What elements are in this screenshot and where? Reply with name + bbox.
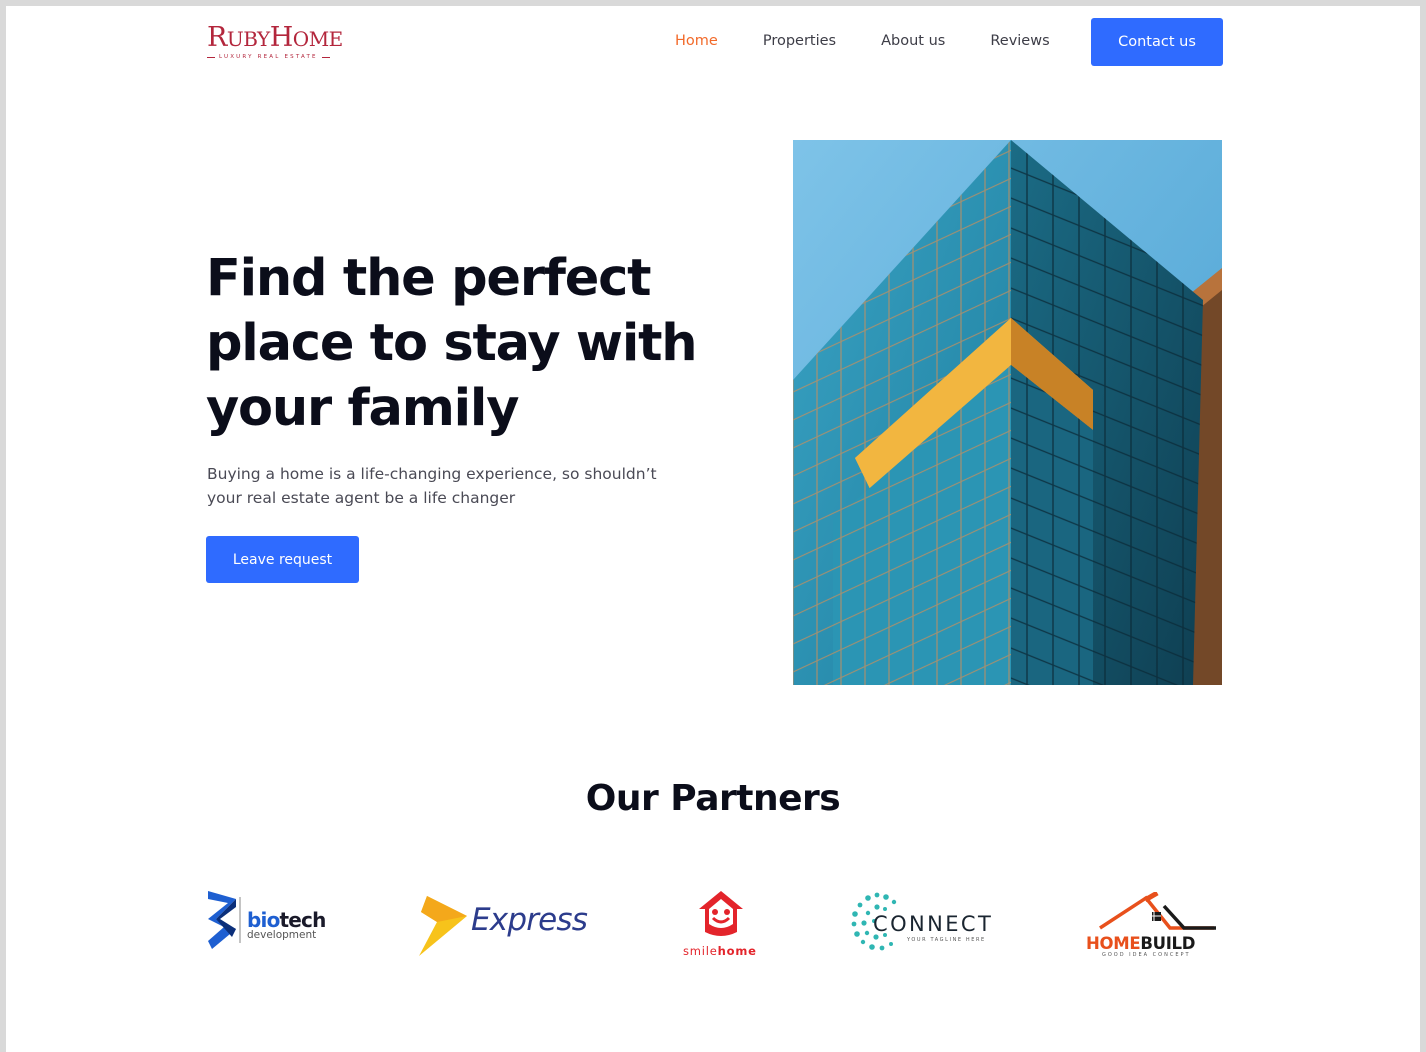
smilehome-house-icon — [699, 891, 743, 936]
rubyhome-logo[interactable]: RUBYHOME LUXURY REAL ESTATE — [207, 24, 359, 60]
partner-logo-connect: CONNECT YOUR TAGLINE HERE — [851, 886, 996, 958]
logo-wordmark: RUBYHOME — [207, 22, 343, 53]
biotech-helix-icon — [208, 891, 241, 949]
nav-about-us[interactable]: About us — [881, 33, 945, 49]
contact-us-button[interactable]: Contact us — [1091, 18, 1223, 66]
logo-tagline: LUXURY REAL ESTATE — [207, 54, 359, 60]
nav-home[interactable]: Home — [675, 33, 718, 49]
homebuild-roof-icon — [1099, 892, 1216, 930]
hero-subtitle: Buying a home is a life-changing experie… — [207, 465, 657, 507]
hero-building-image — [793, 140, 1222, 685]
partner-logo-smilehome: smilehome — [681, 886, 761, 958]
partner-logo-homebuild: HOMEBUILD GOOD IDEA CONCEPT — [1086, 886, 1224, 958]
partner-logo-biotech: biotech development — [206, 886, 326, 958]
landing-page: RUBYHOME LUXURY REAL ESTATE Home Propert… — [6, 6, 1420, 1052]
nav-properties[interactable]: Properties — [763, 33, 836, 49]
express-arrow-icon — [419, 896, 467, 956]
hero-title-line: place to stay with — [206, 314, 698, 373]
hero-title-line: your family — [206, 379, 519, 438]
main-nav: Home Properties About us Reviews — [675, 33, 1095, 49]
leave-request-button[interactable]: Leave request — [206, 536, 359, 583]
nav-reviews[interactable]: Reviews — [990, 33, 1049, 49]
partners-title: Our Partners — [585, 778, 841, 819]
hero-title: Find the perfect place to stay with your… — [206, 246, 726, 441]
hero-title-line: Find the perfect — [206, 249, 652, 308]
partner-logo-express: Express — [413, 886, 593, 958]
